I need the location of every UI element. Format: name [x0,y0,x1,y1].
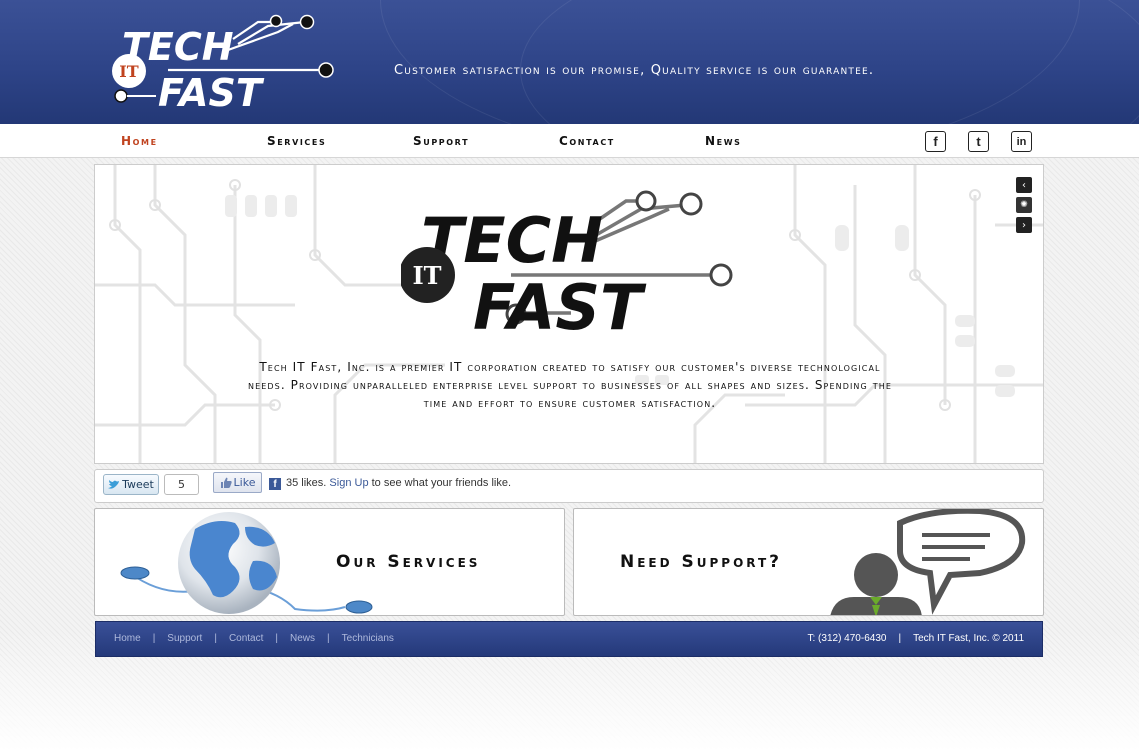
tweet-count: 5 [164,474,199,495]
footer-separator: | [152,633,156,644]
header-tagline: Customer satisfaction is our promise, Qu… [394,63,875,78]
tweet-label: Tweet [122,478,154,491]
nav-support[interactable]: Support [413,134,469,148]
hero-logo-word-fast: FAST [473,271,647,337]
support-person-speech-icon [830,509,1026,615]
logo-word-fast: FAST [158,71,265,112]
twitter-icon[interactable]: t [968,131,989,152]
like-label: Like [233,476,256,489]
linkedin-glyph: in [1016,135,1027,148]
social-share-bar: Tweet 5 Like f 35 likes. Sign Up to see … [94,469,1044,503]
nav-contact[interactable]: Contact [559,134,615,148]
like-button[interactable]: Like [213,472,262,493]
our-services-title: Our Services [336,552,481,572]
twitter-bird-icon [108,479,120,489]
twitter-glyph: t [976,134,981,149]
footer-links: Home | Support | Contact | News | Technicians [114,633,394,644]
slider-loading-icon[interactable]: ✺ [1016,197,1032,213]
likes-summary: 35 likes. Sign Up to see what your frien… [286,477,511,489]
slider-next-button[interactable]: › [1016,217,1032,233]
main-nav: Home Services Support Contact News f t i… [0,124,1139,158]
hero-logo-badge-it: IT [412,261,441,290]
footer-contact: T: (312) 470-6430 | Tech IT Fast, Inc. © 2… [808,633,1025,644]
site-header: TECH IT FAST Customer satisfaction is ou… [0,0,1139,124]
signup-suffix: to see what your friends like. [371,477,512,489]
our-services-box[interactable]: Our Services [94,508,565,616]
hero-slider: TECH IT FAST Tech IT Fast, Inc. is a pre… [94,164,1044,464]
footer-phone: T: (312) 470-6430 [807,633,887,644]
footer-link-contact[interactable]: Contact [229,633,263,644]
footer-separator: | [275,633,279,644]
linkedin-icon[interactable]: in [1011,131,1032,152]
footer-separator: | [898,633,902,644]
nav-services[interactable]: Services [267,134,326,148]
footer-link-news[interactable]: News [290,633,315,644]
footer-link-home[interactable]: Home [114,633,141,644]
slider-prev-button[interactable]: ‹ [1016,177,1032,193]
footer-link-support[interactable]: Support [167,633,202,644]
footer-link-technicians[interactable]: Technicians [342,633,394,644]
need-support-box[interactable]: Need Support? [573,508,1044,616]
facebook-small-icon: f [269,478,281,490]
facebook-glyph: f [933,134,938,149]
site-logo[interactable]: TECH IT FAST [108,12,343,112]
thumbs-up-icon [220,477,232,488]
header-decor [520,0,1139,124]
hero-description: Tech IT Fast, Inc. is a premier IT corpo… [248,360,892,410]
nav-home[interactable]: Home [121,134,158,148]
need-support-title: Need Support? [620,552,783,572]
footer-copyright: Tech IT Fast, Inc. © 2011 [913,633,1024,644]
footer-separator: | [327,633,330,644]
logo-badge-it: IT [119,62,138,81]
site-footer: Home | Support | Contact | News | Technicians T:… [95,621,1043,657]
footer-separator: | [214,633,217,644]
nav-news[interactable]: News [705,134,742,148]
tweet-button[interactable]: Tweet [103,474,159,495]
facebook-icon[interactable]: f [925,131,946,152]
likes-count: 35 likes. [286,477,327,489]
hero-logo: TECH IT FAST [401,190,733,337]
signup-link[interactable]: Sign Up [329,477,368,489]
